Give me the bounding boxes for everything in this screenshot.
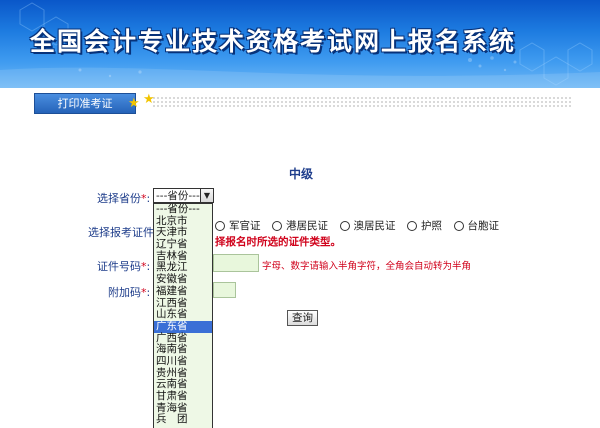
radio-label: 港居民证 [286,220,328,232]
province-label: 选择省份*: [97,190,150,206]
province-dropdown-list: ---省份--- 北京市 天津市 辽宁省 吉林省 黑龙江 安徽省 福建省 江西省 山东省 广东省 广西… [153,203,213,428]
province-option[interactable]: 甘肃省 [154,390,212,403]
id-number-hint: 字母、数字请输入半角字符，全角会自动转为半角 [262,261,472,272]
tab-strip: 打印准考证 [0,93,600,114]
star-icon: ★ [143,92,155,107]
label-colon: : [146,286,151,299]
province-option[interactable]: 广东省 [154,320,212,333]
radio-label: 护照 [421,220,442,232]
label-colon: : [146,192,151,205]
id-type-warning: 择报名时所选的证件类型。 [215,236,341,248]
id-type-radio-group: 军官证 港居民证 澳居民证 护照 台胞证 [215,218,499,233]
radio-label: 军官证 [229,220,261,232]
radio-label: 台胞证 [467,220,500,232]
page-title: 全国会计专业技术资格考试网上报名系统 [30,27,517,56]
province-option[interactable]: 福建省 [154,285,212,298]
tab-strip-dotted-rule [152,96,572,108]
extra-code-label-text: 附加码 [108,286,141,299]
province-label-text: 选择省份 [97,192,141,205]
radio-taiwan-compatriot[interactable] [453,220,464,231]
province-option[interactable]: ---省份--- [154,204,212,216]
level-heading: 中级 [289,167,314,181]
label-colon: : [146,260,151,273]
query-button[interactable]: 查询 [287,310,318,326]
extra-code-label: 附加码*: [108,284,150,300]
header-banner: 全国会计专业技术资格考试网上报名系统 [0,0,600,88]
radio-label: 澳居民证 [353,220,396,232]
radio-military-id[interactable] [215,220,225,231]
extra-code-input[interactable] [213,282,236,298]
tab-print-admission-ticket[interactable]: 打印准考证 [34,93,136,114]
id-number-label-text: 证件号码 [97,260,141,273]
province-option[interactable]: 辽宁省 [154,238,212,251]
id-number-label: 证件号码*: [97,258,150,274]
province-option[interactable]: 兵 团 [154,414,212,426]
chevron-down-icon[interactable]: ▼ [200,188,214,203]
star-icon: ★ [128,96,140,111]
radio-macau-resident[interactable] [339,220,350,231]
id-number-input[interactable] [213,254,259,272]
radio-hk-resident[interactable] [272,220,282,231]
province-option[interactable]: 四川省 [154,355,212,368]
radio-passport[interactable] [407,220,417,231]
